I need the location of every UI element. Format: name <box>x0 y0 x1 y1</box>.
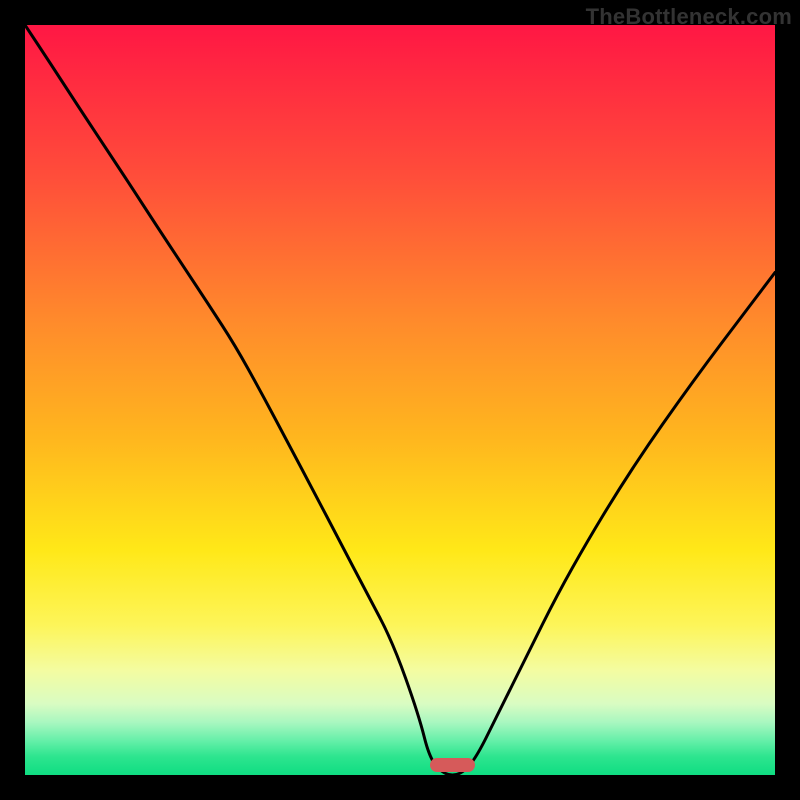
chart-container: TheBottleneck.com <box>0 0 800 800</box>
watermark-text: TheBottleneck.com <box>586 4 792 30</box>
plot-svg <box>25 25 775 775</box>
bottleneck-plot <box>25 25 775 775</box>
optimal-marker <box>430 758 475 772</box>
